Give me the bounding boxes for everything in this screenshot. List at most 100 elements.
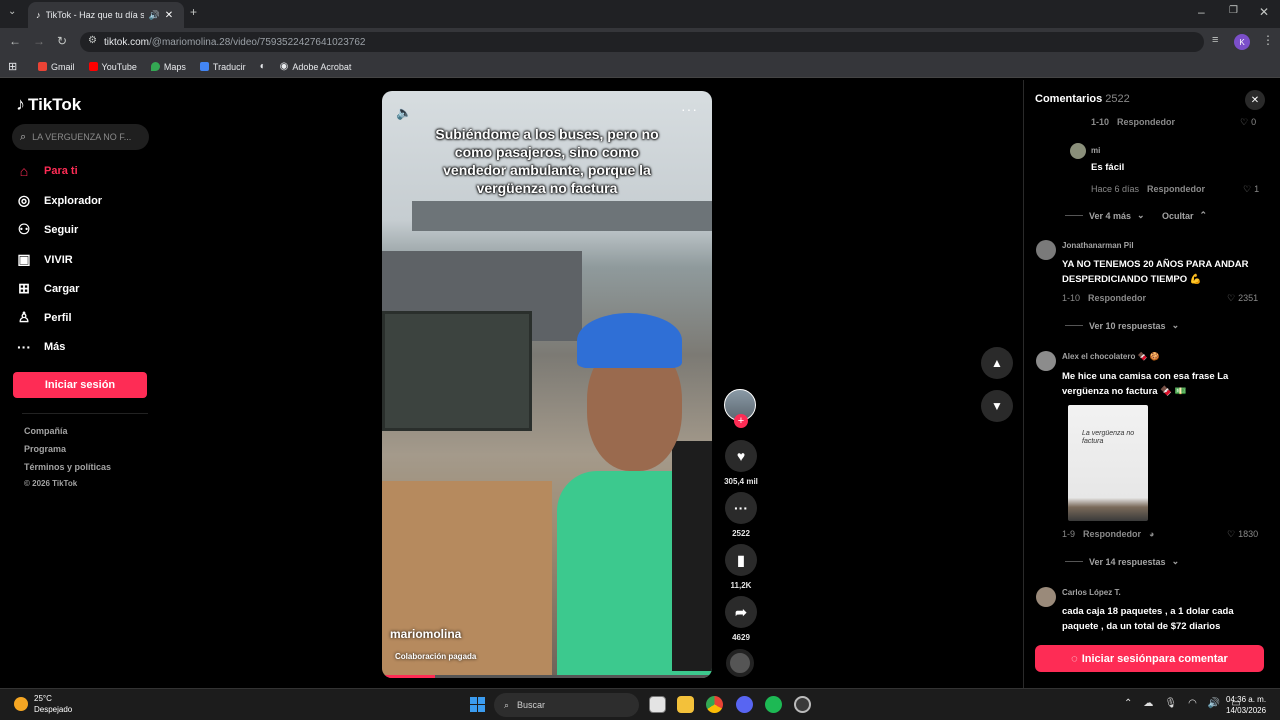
weather-widget[interactable]: 25°C Despejado bbox=[14, 693, 72, 715]
login-button[interactable]: Iniciar sesión bbox=[13, 372, 147, 398]
paid-collab-label: Colaboración pagada bbox=[395, 652, 477, 661]
comment-username[interactable]: Jonathanarman Pil bbox=[1062, 241, 1134, 250]
video-username[interactable]: mariomolina bbox=[390, 627, 461, 641]
steam-icon[interactable] bbox=[794, 696, 811, 713]
share-action[interactable]: ➦ 4629 bbox=[724, 596, 758, 642]
avatar[interactable] bbox=[1036, 240, 1056, 260]
chrome-icon[interactable] bbox=[706, 696, 723, 713]
back-icon[interactable]: ← bbox=[9, 34, 21, 48]
comments-panel: Comentarios 2522 ✕ 1-10 Respondedor ♡ 0 mi … bbox=[1023, 80, 1280, 688]
nav-seguir[interactable]: ⚇ Seguir bbox=[16, 221, 79, 238]
view-more-replies[interactable]: Ver 4 más ⌄ bbox=[1065, 210, 1145, 221]
maximize-icon[interactable]: ❐ bbox=[1229, 5, 1238, 16]
bookmark-traducir[interactable]: Traducir bbox=[199, 62, 246, 72]
bookmark-label: Gmail bbox=[51, 61, 75, 72]
previous-video-button[interactable]: ▲ bbox=[981, 347, 1013, 379]
divider-line bbox=[1065, 325, 1083, 326]
tab-close-icon[interactable]: ✕ bbox=[165, 10, 173, 21]
comment-username[interactable]: mi bbox=[1091, 146, 1100, 155]
nav-vivir[interactable]: ▣ VIVIR bbox=[16, 251, 72, 268]
system-tray: ⌃ ☁ 🎙 ◠ 🔊 ▭ bbox=[1124, 698, 1241, 709]
like-action[interactable]: ♥ 305,4 mil bbox=[724, 440, 758, 486]
like-count-row[interactable]: ♡ 1 bbox=[1243, 184, 1259, 195]
forward-icon[interactable]: → bbox=[33, 34, 45, 48]
bookmark-adobe[interactable]: ◉ Adobe Acrobat bbox=[280, 61, 352, 72]
follow-plus-icon[interactable]: + bbox=[734, 414, 748, 428]
task-view-icon[interactable] bbox=[649, 696, 666, 713]
comment-icon: ··· bbox=[725, 492, 757, 524]
avatar[interactable] bbox=[1036, 587, 1056, 607]
menu-kebab-icon[interactable]: ⋮ bbox=[1262, 33, 1274, 47]
reply-link[interactable]: Respondedor bbox=[1147, 184, 1205, 194]
comment-username[interactable]: Alex el chocolatero 🍫 🍪 bbox=[1062, 352, 1160, 361]
music-disc-icon[interactable] bbox=[726, 649, 754, 677]
apps-grid-icon[interactable]: ⊞ bbox=[8, 60, 17, 73]
wifi-icon[interactable]: ◠ bbox=[1188, 698, 1197, 709]
tiktok-logo[interactable]: ♪ TikTok bbox=[16, 94, 81, 115]
video-more-icon[interactable]: ··· bbox=[681, 101, 698, 117]
bookmark-globe[interactable]: ◐ bbox=[260, 61, 266, 72]
like-count-row[interactable]: ♡ 2351 bbox=[1227, 293, 1258, 304]
clock[interactable]: 04:36 a. m. 14/03/2026 bbox=[1226, 694, 1266, 716]
volume-icon[interactable]: 🔈 bbox=[396, 105, 412, 121]
reply-link[interactable]: Respondedor bbox=[1088, 293, 1146, 303]
window-close-icon[interactable]: ✕ bbox=[1259, 5, 1269, 19]
save-action[interactable]: ▮ 11,2K bbox=[724, 544, 758, 590]
nav-mas[interactable]: ··· Más bbox=[16, 339, 65, 355]
hide-replies[interactable]: Ocultar ⌃ bbox=[1162, 210, 1207, 221]
site-info-icon[interactable]: ⚙ bbox=[88, 35, 97, 46]
reply-link[interactable]: Respondedor bbox=[1083, 529, 1141, 539]
nav-perfil[interactable]: ♙ Perfil bbox=[16, 309, 72, 326]
speaker-icon[interactable]: 🔊 bbox=[1208, 698, 1220, 709]
like-count-row[interactable]: ♡ 0 bbox=[1240, 117, 1256, 128]
minimize-icon[interactable]: – bbox=[1198, 5, 1205, 19]
browser-tab[interactable]: ♪ TikTok - Haz que tu día sea 🔊 ✕ bbox=[28, 2, 184, 28]
taskbar-search[interactable]: ⌕ Buscar bbox=[494, 693, 639, 717]
microphone-icon[interactable]: 🎙 bbox=[1164, 698, 1177, 709]
next-video-button[interactable]: ▼ bbox=[981, 390, 1013, 422]
start-button[interactable] bbox=[470, 697, 485, 712]
chevron-down-icon: ⌄ bbox=[1171, 320, 1180, 330]
onedrive-icon[interactable]: ☁ bbox=[1143, 698, 1153, 709]
like-count-row[interactable]: ♡ 1830 bbox=[1227, 529, 1258, 540]
bookmark-gmail[interactable]: Gmail bbox=[38, 62, 75, 72]
avatar[interactable] bbox=[1036, 351, 1056, 371]
close-comments-button[interactable]: ✕ bbox=[1245, 90, 1265, 110]
comment-image[interactable]: La vergüenza no factura bbox=[1068, 405, 1148, 521]
spotify-icon[interactable] bbox=[765, 696, 782, 713]
media-control-icon[interactable]: ≡ bbox=[1212, 34, 1218, 46]
discord-icon[interactable] bbox=[736, 696, 753, 713]
profile-avatar[interactable]: K bbox=[1234, 34, 1250, 50]
nav-para-ti[interactable]: ⌂ Para ti bbox=[16, 163, 78, 179]
view-replies[interactable]: Ver 14 respuestas ⌄ bbox=[1065, 556, 1179, 567]
bookmark-youtube[interactable]: YouTube bbox=[88, 62, 137, 72]
save-count: 11,2K bbox=[730, 581, 752, 590]
nav-cargar[interactable]: ⊞ Cargar bbox=[16, 280, 79, 297]
chevron-up-icon: ⌃ bbox=[1199, 210, 1208, 220]
comment-username[interactable]: Carlos López T. bbox=[1062, 588, 1121, 597]
login-to-comment-button[interactable]: ◌ Iniciar sesiónpara comentar bbox=[1035, 645, 1264, 672]
address-bar[interactable]: ⚙ tiktok.com/@mariomolina.28/video/75935… bbox=[80, 32, 1204, 52]
footer-link-terminos[interactable]: Términos y políticas bbox=[24, 462, 111, 472]
file-explorer-icon[interactable] bbox=[677, 696, 694, 713]
new-tab-icon[interactable]: + bbox=[190, 5, 197, 19]
search-input[interactable]: ⌕ LA VERGUENZA NO F... bbox=[12, 124, 149, 150]
bookmark-maps[interactable]: Maps bbox=[150, 62, 186, 72]
share-count: 4629 bbox=[732, 633, 750, 642]
nav-explorador[interactable]: ◎ Explorador bbox=[16, 192, 102, 209]
footer-link-programa[interactable]: Programa bbox=[24, 444, 66, 454]
avatar[interactable] bbox=[1070, 143, 1086, 159]
reply-link[interactable]: Respondedor bbox=[1117, 117, 1175, 127]
divider-line bbox=[1065, 561, 1083, 562]
reload-icon[interactable]: ↻ bbox=[57, 34, 67, 48]
audio-icon[interactable]: 🔊 bbox=[149, 10, 160, 21]
footer-link-compania[interactable]: Compañía bbox=[24, 426, 68, 436]
tab-list-icon[interactable]: ⌄ bbox=[8, 6, 16, 17]
tray-chevron-icon[interactable]: ⌃ bbox=[1124, 698, 1132, 709]
hide-label: Ocultar bbox=[1162, 210, 1194, 221]
view-replies[interactable]: Ver 10 respuestas ⌄ bbox=[1065, 320, 1179, 331]
video-player[interactable]: 🔈 ··· Subiéndome a los buses, pero no co… bbox=[382, 91, 712, 678]
video-progress-bar[interactable] bbox=[382, 675, 712, 678]
comment-action[interactable]: ··· 2522 bbox=[724, 492, 758, 538]
weather-temp: 25°C bbox=[34, 694, 52, 703]
